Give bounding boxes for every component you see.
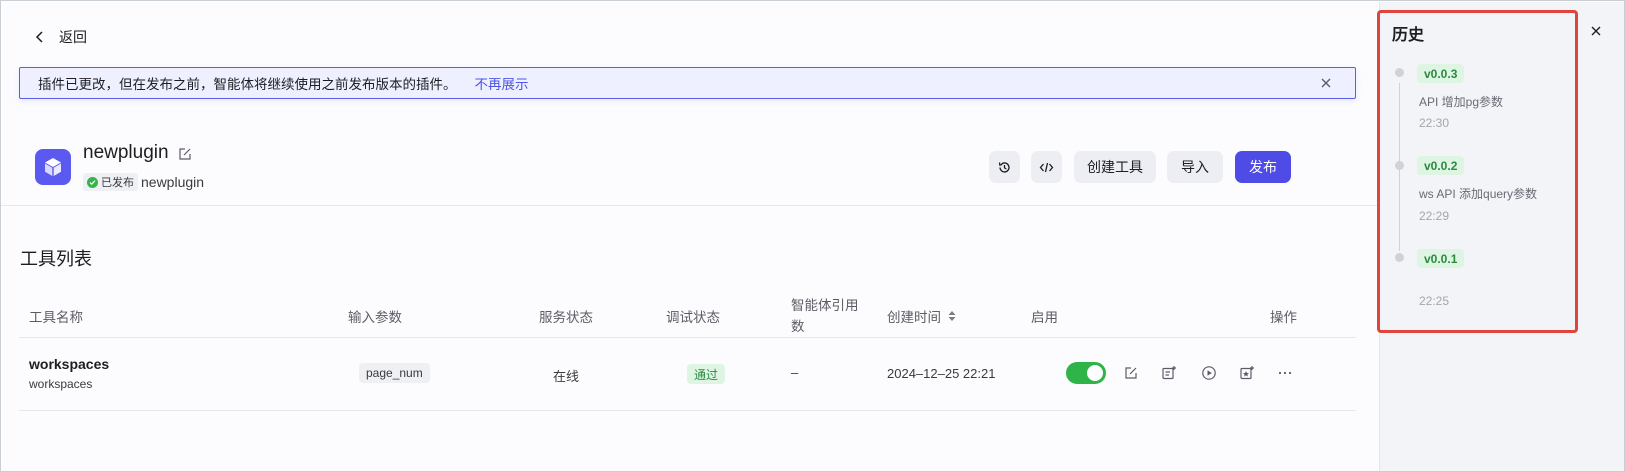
- history-highlight-box: [1377, 10, 1578, 333]
- header-divider: [1, 205, 1377, 206]
- add-example-icon[interactable]: [1161, 365, 1177, 381]
- column-header-agent-refs-line2: 数: [791, 319, 805, 334]
- close-icon[interactable]: [1319, 76, 1333, 90]
- column-header-created-time[interactable]: 创建时间: [887, 306, 957, 326]
- status-badge: 已发布: [83, 173, 138, 191]
- banner-message: 插件已更改，但在发布之前，智能体将继续使用之前发布版本的插件。: [38, 77, 457, 92]
- edit-icon[interactable]: [1123, 365, 1139, 381]
- plugin-name: newplugin: [83, 142, 169, 163]
- publish-button[interactable]: 发布: [1235, 151, 1291, 183]
- close-icon[interactable]: [1590, 25, 1602, 37]
- table-header-divider: [19, 337, 1356, 338]
- status-badge-label: 已发布: [101, 177, 134, 189]
- more-icon[interactable]: [1277, 365, 1293, 381]
- plugin-logo: [35, 149, 71, 185]
- column-header-created-time-label: 创建时间: [887, 310, 941, 325]
- created-time: 2024–12–25 22:21: [887, 366, 996, 381]
- check-circle-icon: [87, 176, 98, 188]
- code-button[interactable]: [1031, 151, 1062, 183]
- edit-icon[interactable]: [178, 147, 192, 161]
- input-param-tag: page_num: [359, 363, 430, 383]
- table-row-divider: [19, 410, 1356, 411]
- toggle-knob: [1087, 365, 1103, 381]
- enabled-toggle[interactable]: [1066, 362, 1106, 384]
- code-icon: [1039, 162, 1054, 172]
- import-button[interactable]: 导入: [1167, 151, 1223, 183]
- cube-icon: [45, 158, 61, 176]
- notice-banner: 插件已更改，但在发布之前，智能体将继续使用之前发布版本的插件。 不再展示: [19, 67, 1356, 99]
- copy-to-agent-icon[interactable]: [1239, 365, 1255, 381]
- agent-refs-count: –: [791, 365, 799, 380]
- sort-icon[interactable]: [947, 310, 957, 322]
- plugin-subtitle: newplugin: [141, 174, 205, 190]
- back-button[interactable]: 返回: [33, 27, 87, 47]
- app-window: 返回 插件已更改，但在发布之前，智能体将继续使用之前发布版本的插件。 不再展示 …: [0, 0, 1625, 472]
- service-status: 在线: [553, 369, 580, 384]
- back-label: 返回: [59, 29, 87, 45]
- history-icon: [998, 161, 1010, 173]
- tool-description: workspaces: [29, 377, 93, 391]
- run-icon[interactable]: [1201, 365, 1217, 381]
- column-header-agent-refs-line1: 智能体引用: [791, 298, 859, 313]
- history-button[interactable]: [989, 151, 1020, 183]
- column-header-name: 工具名称: [29, 310, 83, 325]
- column-header-debug-status: 调试状态: [666, 310, 720, 325]
- debug-status-badge: 通过: [687, 364, 726, 384]
- column-header-service-status: 服务状态: [539, 310, 593, 325]
- column-header-actions: 操作: [1270, 310, 1297, 325]
- column-header-agent-refs: 智能体引用 数: [791, 295, 859, 337]
- chevron-left-icon: [35, 31, 43, 43]
- tool-name: workspaces: [29, 356, 110, 372]
- column-header-input-params: 输入参数: [348, 310, 402, 325]
- create-tool-button[interactable]: 创建工具: [1074, 151, 1156, 183]
- dont-show-again-link[interactable]: 不再展示: [475, 73, 529, 93]
- section-title: 工具列表: [20, 249, 92, 269]
- column-header-enabled: 启用: [1031, 310, 1058, 325]
